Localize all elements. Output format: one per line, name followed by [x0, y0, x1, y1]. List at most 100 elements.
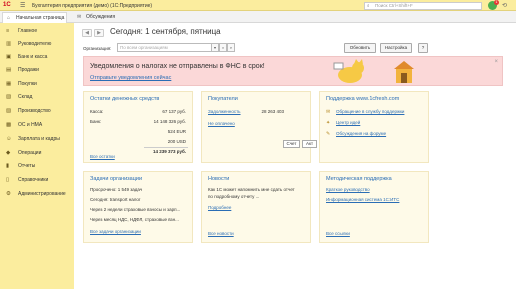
task-item[interactable]: Через 2 недели страховые взносы и зарп..…: [90, 207, 190, 212]
refresh-button[interactable]: Обновить: [344, 43, 376, 53]
sidebar-item-references[interactable]: ▯ Справочники: [0, 174, 74, 187]
sidebar-item-sales[interactable]: ▤ Продажи: [0, 64, 74, 77]
all-news-link[interactable]: Все новости: [208, 231, 234, 236]
app-title: Бухгалтерия предприятия (демо) (1С:Предп…: [32, 3, 153, 9]
sidebar-item-production[interactable]: ▨ Производство: [0, 105, 74, 118]
close-icon[interactable]: ×: [494, 59, 498, 65]
org-dropdown-button[interactable]: ▾: [211, 43, 219, 52]
org-clear-button[interactable]: ×: [219, 43, 227, 52]
bank-label: Банк:: [90, 119, 102, 124]
support-request-link[interactable]: Обращение в службу поддержки: [336, 109, 404, 114]
sidebar-item-salary[interactable]: ☺ Зарплата и кадры: [0, 133, 74, 146]
page-title: Сегодня: 1 сентября, пятница: [110, 27, 221, 36]
sidebar-item-operations[interactable]: ◆ Операции: [0, 147, 74, 160]
org-label: Организация:: [83, 46, 112, 51]
support-request-icon: ✉: [326, 109, 331, 115]
support-panel: Поддержка www.1cfresh.com ✉ Обращение в …: [319, 91, 429, 163]
sidebar-item-admin[interactable]: ⚙ Администрирование: [0, 188, 74, 201]
debt-value[interactable]: 28 263 403: [261, 109, 284, 114]
bank-eur-value[interactable]: 524 EUR: [168, 129, 186, 134]
chat-icon: ✉: [77, 14, 82, 20]
history-icon[interactable]: ⟲: [502, 2, 507, 9]
cash-total: 14 239 373 руб.: [153, 149, 186, 154]
tasks-panel-title[interactable]: Задачи организации: [90, 176, 142, 182]
operations-icon: ◆: [6, 150, 11, 156]
main-area: ◀ ▶ Сегодня: 1 сентября, пятница Организ…: [74, 23, 516, 289]
search-icon: ⌕: [367, 2, 370, 8]
cat-illustration-icon: [333, 59, 364, 83]
all-tasks-link[interactable]: Все задачи организации: [90, 229, 141, 234]
news-more-link[interactable]: Подробнее: [208, 205, 231, 210]
task-item[interactable]: Просрочено: 1 549 задач: [90, 187, 190, 192]
buyers-panel-title[interactable]: Покупатели: [208, 96, 238, 102]
org-open-button[interactable]: ⌕: [227, 43, 235, 52]
sidebar-item-assets[interactable]: ▩ ОС и НМА: [0, 119, 74, 132]
bank-usd-value[interactable]: 200 USD: [168, 139, 186, 144]
sidebar-item-reports[interactable]: ▮ Отчеты: [0, 160, 74, 173]
buyers-panel: Покупатели Задолженность 28 263 403 Не о…: [201, 91, 311, 163]
people-icon: ☺: [6, 136, 12, 142]
method-support-panel: Методическая поддержка Краткое руководст…: [319, 171, 429, 243]
warehouse-icon: ▧: [6, 94, 12, 100]
help-button[interactable]: ?: [418, 43, 428, 53]
idea-icon: ✦: [326, 120, 331, 126]
building-icon: ▩: [6, 122, 12, 128]
gear-icon: ⚙: [6, 191, 11, 197]
cash-balance-panel: Остатки денежных средств Касса: 67 137 р…: [83, 91, 193, 163]
notification-badge: 1: [494, 0, 499, 5]
tab-bar: ⌂ Начальная страница ✉ Обсуждения: [0, 11, 516, 23]
news-text: Как 1С может напомнить мне сдать отчет: [208, 187, 295, 192]
method-panel-title[interactable]: Методическая поддержка: [326, 176, 392, 182]
forum-icon: ✎: [326, 131, 331, 137]
hamburger-icon[interactable]: ☰: [20, 2, 25, 9]
all-balances-link[interactable]: Все остатки: [90, 154, 115, 159]
task-item[interactable]: Сегодня: transport налог: [90, 197, 190, 202]
banner-link[interactable]: Отправьте уведомления сейчас: [90, 75, 171, 81]
sidebar-item-bank[interactable]: ▣ Банк и касса: [0, 51, 74, 64]
book-icon: ▯: [6, 177, 10, 183]
tax-notification-banner: Уведомления о налогах не отправлены в ФН…: [83, 56, 503, 86]
banner-title: Уведомления о налогах не отправлены в ФН…: [90, 63, 265, 70]
bank-value[interactable]: 14 148 326 руб.: [154, 119, 186, 124]
org-input[interactable]: По всем организациям: [117, 43, 212, 52]
global-search-input[interactable]: ⌕ Поиск Ctrl+Shift+F: [364, 1, 482, 10]
sidebar-item-manager[interactable]: ▥ Руководителю: [0, 38, 74, 51]
cash-value[interactable]: 67 137 руб.: [162, 109, 186, 114]
app-logo: 1С: [3, 2, 11, 8]
back-button[interactable]: ◀: [82, 29, 92, 37]
invoice-button[interactable]: Счет: [283, 140, 300, 148]
sidebar-item-warehouse[interactable]: ▧ Склад: [0, 91, 74, 104]
tasks-panel: Задачи организации Просрочено: 1 549 зад…: [83, 171, 193, 243]
sidebar-item-main[interactable]: ≡ Главное: [0, 25, 74, 38]
cash-panel-title[interactable]: Остатки денежных средств: [90, 96, 159, 102]
ideas-center-link[interactable]: Центр идей: [336, 120, 360, 125]
forum-link[interactable]: Обсуждения на форуме: [336, 131, 386, 136]
sidebar-item-purchases[interactable]: ▦ Покупки: [0, 78, 74, 91]
support-panel-title[interactable]: Поддержка www.1cfresh.com: [326, 96, 399, 102]
quick-guide-link[interactable]: Краткое руководство: [326, 187, 370, 192]
act-button[interactable]: Акт: [302, 140, 317, 148]
its-link[interactable]: Информационная система 1С:ИТС: [326, 197, 399, 202]
basket-icon: ▦: [6, 81, 12, 87]
unpaid-link[interactable]: Не оплачено: [208, 121, 235, 126]
bank-icon: ▣: [6, 54, 12, 60]
task-item[interactable]: Через месяц НДС, НДФЛ, страховые взн...: [90, 217, 190, 222]
forward-button[interactable]: ▶: [94, 29, 104, 37]
settings-button[interactable]: Настройка: [380, 43, 412, 53]
news-text-2: по подробному отчету ...: [208, 194, 260, 199]
factory-icon: ▨: [6, 108, 12, 114]
tab-discussions[interactable]: ✉ Обсуждения: [73, 12, 123, 23]
title-bar: 1С ☰ Бухгалтерия предприятия (демо) (1С:…: [0, 0, 516, 11]
all-links-link[interactable]: Все ссылки: [326, 231, 350, 236]
cash-label: Касса:: [90, 109, 104, 114]
news-panel: Новости Как 1С может напомнить мне сдать…: [201, 171, 311, 243]
menu-icon: ≡: [6, 28, 10, 34]
chart-icon: ▥: [6, 41, 12, 47]
debt-link[interactable]: Задолженность: [208, 109, 241, 114]
reports-icon: ▮: [6, 163, 10, 169]
news-panel-title[interactable]: Новости: [208, 176, 229, 182]
tab-home[interactable]: ⌂ Начальная страница: [2, 12, 67, 23]
house-illustration-icon: [394, 61, 414, 83]
sidebar: ≡ Главное ▥ Руководителю ▣ Банк и касса ▤ Пр…: [0, 23, 74, 289]
cart-icon: ▤: [6, 67, 12, 73]
